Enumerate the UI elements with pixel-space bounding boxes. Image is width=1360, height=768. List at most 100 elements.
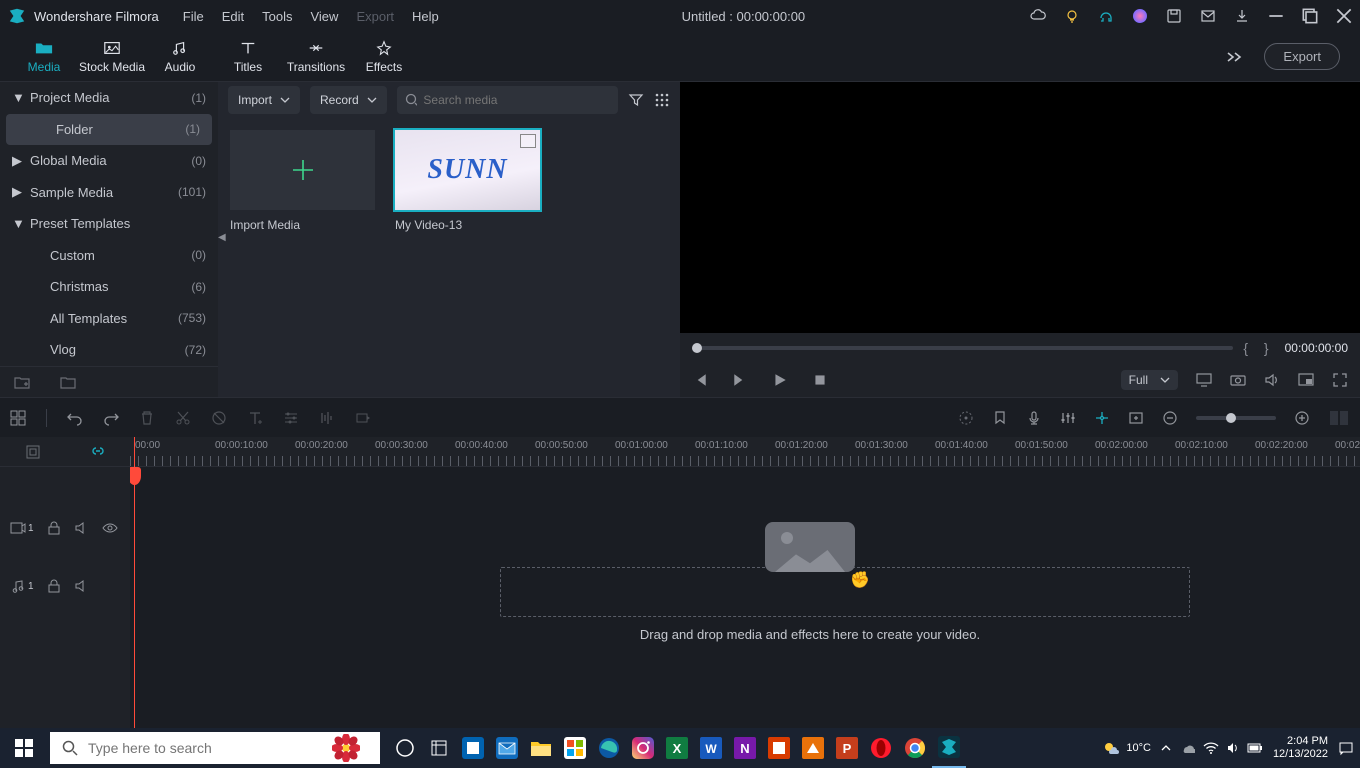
volume-icon[interactable] bbox=[1264, 372, 1280, 388]
lock-icon[interactable] bbox=[46, 578, 62, 594]
download-icon[interactable] bbox=[1234, 8, 1250, 24]
stop-button[interactable] bbox=[812, 372, 828, 388]
taskbar-filmora[interactable] bbox=[932, 728, 966, 768]
close-button[interactable] bbox=[1336, 8, 1352, 24]
sidebar-item-christmas[interactable]: Christmas(6) bbox=[0, 271, 218, 303]
zoom-out-button[interactable] bbox=[1162, 410, 1178, 426]
timeline-snapshot-icon[interactable] bbox=[25, 444, 41, 460]
taskbar-chrome[interactable] bbox=[898, 728, 932, 768]
more-tabs-button[interactable] bbox=[1224, 50, 1244, 64]
taskbar-store[interactable] bbox=[558, 728, 592, 768]
sidebar-item-folder[interactable]: Folder(1) bbox=[6, 114, 212, 146]
grid-view-icon[interactable] bbox=[654, 92, 670, 108]
quality-dropdown[interactable]: Full bbox=[1121, 370, 1178, 390]
filter-icon[interactable] bbox=[628, 92, 644, 108]
start-button[interactable] bbox=[0, 728, 48, 768]
zoom-in-button[interactable] bbox=[1294, 410, 1310, 426]
play-button[interactable] bbox=[772, 372, 788, 388]
mute-icon[interactable] bbox=[74, 578, 90, 594]
sidebar-item-global-media[interactable]: ▶Global Media(0) bbox=[0, 145, 218, 177]
link-tracks-icon[interactable] bbox=[90, 444, 106, 460]
maximize-button[interactable] bbox=[1302, 8, 1318, 24]
tab-titles[interactable]: Titles bbox=[214, 32, 282, 82]
taskbar-app-orange[interactable] bbox=[796, 728, 830, 768]
sidebar-item-custom[interactable]: Custom(0) bbox=[0, 240, 218, 272]
onedrive-icon[interactable] bbox=[1181, 741, 1195, 755]
taskbar-opera[interactable] bbox=[864, 728, 898, 768]
search-media-input[interactable] bbox=[397, 86, 618, 114]
taskbar-word[interactable]: W bbox=[694, 728, 728, 768]
sound-icon[interactable] bbox=[1227, 741, 1239, 755]
voiceover-button[interactable] bbox=[1026, 410, 1042, 426]
taskbar-app-red[interactable] bbox=[762, 728, 796, 768]
menu-file[interactable]: File bbox=[183, 9, 204, 24]
cortana-icon[interactable] bbox=[422, 728, 456, 768]
taskbar-mail[interactable] bbox=[490, 728, 524, 768]
taskbar-instagram[interactable] bbox=[626, 728, 660, 768]
sidebar-item-vlog[interactable]: Vlog(72) bbox=[0, 334, 218, 366]
import-dropdown[interactable]: Import bbox=[228, 86, 300, 114]
import-media-cell[interactable]: Import Media bbox=[230, 130, 375, 232]
preview-scrubber[interactable] bbox=[692, 346, 1233, 350]
cloud-icon[interactable] bbox=[1030, 8, 1046, 24]
fullscreen-icon[interactable] bbox=[1332, 372, 1348, 388]
markers-icon[interactable]: { } bbox=[1243, 340, 1274, 356]
video-track-icon[interactable] bbox=[10, 520, 26, 536]
marker-button[interactable] bbox=[992, 410, 1008, 426]
battery-icon[interactable] bbox=[1247, 742, 1263, 754]
minimize-button[interactable] bbox=[1268, 8, 1284, 24]
tab-stock-media[interactable]: Stock Media bbox=[78, 32, 146, 82]
bulb-icon[interactable] bbox=[1064, 8, 1080, 24]
notifications-icon[interactable] bbox=[1338, 740, 1354, 756]
eye-icon[interactable] bbox=[102, 520, 118, 536]
mute-icon[interactable] bbox=[74, 520, 90, 536]
playhead[interactable] bbox=[134, 437, 135, 728]
menu-view[interactable]: View bbox=[310, 9, 338, 24]
wifi-icon[interactable] bbox=[1203, 742, 1219, 754]
layout-icon[interactable] bbox=[10, 410, 26, 426]
tab-audio[interactable]: Audio bbox=[146, 32, 214, 82]
zoom-fit-button[interactable] bbox=[1328, 409, 1350, 427]
taskbar-search[interactable] bbox=[50, 732, 380, 764]
next-frame-button[interactable] bbox=[732, 372, 748, 388]
tab-media[interactable]: Media bbox=[10, 32, 78, 82]
tab-effects[interactable]: Effects bbox=[350, 32, 418, 82]
headphones-icon[interactable] bbox=[1098, 8, 1114, 24]
new-folder-icon[interactable] bbox=[14, 374, 30, 390]
lock-icon[interactable] bbox=[46, 520, 62, 536]
taskbar-explorer[interactable] bbox=[524, 728, 558, 768]
task-view-icon[interactable] bbox=[388, 728, 422, 768]
save-icon[interactable] bbox=[1166, 8, 1182, 24]
taskbar-excel[interactable]: X bbox=[660, 728, 694, 768]
redo-button[interactable] bbox=[103, 410, 119, 426]
taskbar-powerpoint[interactable]: P bbox=[830, 728, 864, 768]
sidebar-item-sample-media[interactable]: ▶Sample Media(101) bbox=[0, 177, 218, 209]
timeline-dropzone[interactable]: ✊ Drag and drop media and effects here t… bbox=[280, 522, 1340, 632]
media-clip-cell[interactable]: SUNN My Video-13 bbox=[395, 130, 540, 232]
sidebar-item-preset-templates[interactable]: ▼Preset Templates bbox=[0, 208, 218, 240]
pip-icon[interactable] bbox=[1298, 372, 1314, 388]
display-icon[interactable] bbox=[1196, 372, 1212, 388]
mail-icon[interactable] bbox=[1200, 8, 1216, 24]
prev-frame-button[interactable] bbox=[692, 372, 708, 388]
taskbar-clock[interactable]: 2:04 PM 12/13/2022 bbox=[1273, 735, 1328, 761]
timeline-ruler[interactable]: 00:0000:00:10:0000:00:20:0000:00:30:0000… bbox=[130, 437, 1360, 467]
collapse-panel-button[interactable]: ◀ bbox=[218, 232, 226, 243]
menu-help[interactable]: Help bbox=[412, 9, 439, 24]
taskbar-onenote[interactable]: N bbox=[728, 728, 762, 768]
tray-expand-icon[interactable] bbox=[1161, 743, 1171, 753]
audio-mixer-button[interactable] bbox=[1060, 410, 1076, 426]
avatar-icon[interactable] bbox=[1132, 8, 1148, 24]
export-button[interactable]: Export bbox=[1264, 43, 1340, 70]
weather-widget[interactable]: 10°C bbox=[1102, 738, 1151, 758]
sidebar-item-project-media[interactable]: ▼Project Media(1) bbox=[0, 82, 218, 114]
render-button[interactable] bbox=[958, 410, 974, 426]
zoom-slider[interactable] bbox=[1196, 416, 1276, 420]
audio-track-icon[interactable] bbox=[10, 578, 26, 594]
menu-tools[interactable]: Tools bbox=[262, 9, 292, 24]
snap-button[interactable] bbox=[1094, 410, 1110, 426]
record-dropdown[interactable]: Record bbox=[310, 86, 387, 114]
taskbar-app-1[interactable] bbox=[456, 728, 490, 768]
add-marker-button[interactable] bbox=[1128, 410, 1144, 426]
folder-icon[interactable] bbox=[60, 374, 76, 390]
